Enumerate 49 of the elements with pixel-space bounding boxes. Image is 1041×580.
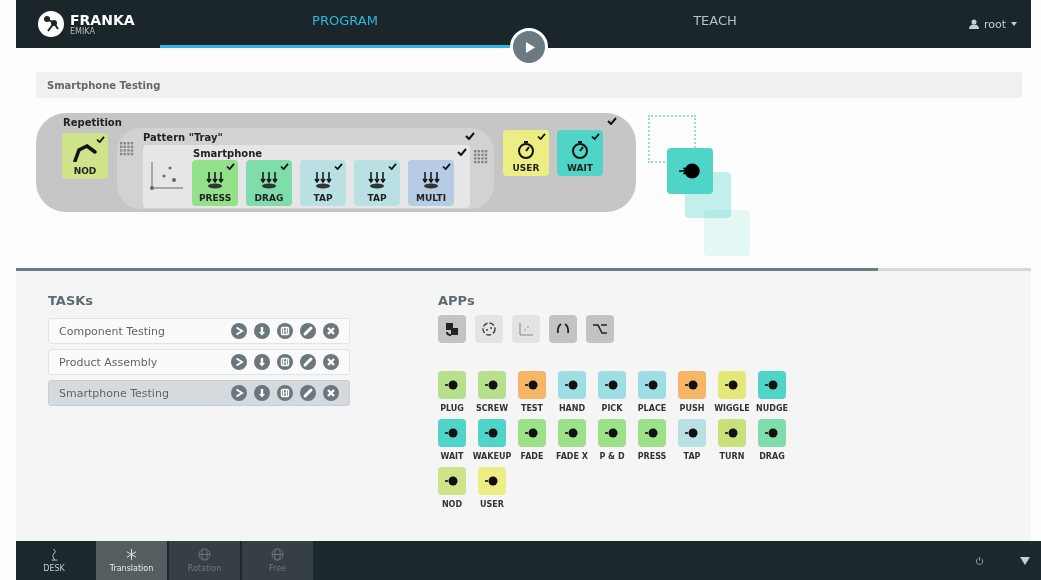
app-tile[interactable]: NOD [62,133,108,179]
nav-tab[interactable]: TEACH [530,0,900,48]
app-label: WAIT [440,452,464,461]
block-label: Smartphone [193,148,263,159]
block-label: Pattern "Tray" [143,132,223,143]
app-label: NUDGE [756,404,788,413]
task-name: Component Testing [59,324,167,338]
section-title: APPs [438,293,476,308]
task-row[interactable]: Product Assembly [48,349,350,375]
app-label: WAKEUP [472,452,512,461]
app-label: P & D [599,452,625,461]
task-name: Smartphone Testing [47,79,161,91]
app-label: SCREW [475,404,509,413]
app-label: PUSH [679,404,705,413]
app-label: PLACE [637,404,667,413]
app-label: NOD [441,500,463,509]
app-tile[interactable]: USER [503,130,549,176]
app-tile[interactable]: DRAG [246,160,292,206]
app-label: HAND [558,404,586,413]
app-tile[interactable]: TAP [300,160,346,206]
app-label: PICK [601,404,623,413]
user-menu[interactable]: root [968,17,1031,31]
app-label: DRAG [759,452,785,461]
mode-button[interactable]: Translation [96,541,167,580]
pattern-group-block[interactable]: Smartphone PRESS DRAG TAP TAP MULTI [143,145,470,208]
app-tile[interactable]: WAIT [557,130,603,176]
app-tile[interactable]: TAP [354,160,400,206]
app-label: TURN [719,452,745,461]
task-row[interactable]: Component Testing [48,318,350,344]
app-label: USER [480,500,504,509]
mode-button[interactable]: DESK [16,541,92,580]
app-label: FADE X [556,452,588,461]
brand-subtitle: EMIKA [70,27,96,36]
app-label: PLUG [440,404,464,413]
pattern-block[interactable]: Pattern "Tray" Smartphone PRESS DRAG TAP TAP MULTI [117,128,494,209]
app-label: WIGGLE [714,404,750,413]
app-label: FADE [520,452,544,461]
app-label: PRESS [637,452,667,461]
repetition-block[interactable]: Repetition Pattern "Tray" Smartphone PRESS DRAG TAP TAP MULTI NOD USER WAIT [36,113,636,212]
task-name: Smartphone Testing [59,386,170,400]
block-label: Repetition [63,117,122,128]
brand-name: FRANKA [70,12,135,27]
task-name: Product Assembly [59,355,159,369]
app-tile[interactable]: PRESS [192,160,238,206]
section-title: TASKs [48,293,95,308]
task-row[interactable]: Smartphone Testing [48,380,350,406]
app-tile[interactable]: MULTI [408,160,454,206]
app-label: TEST [520,404,544,413]
app-label: TAP [683,452,701,461]
